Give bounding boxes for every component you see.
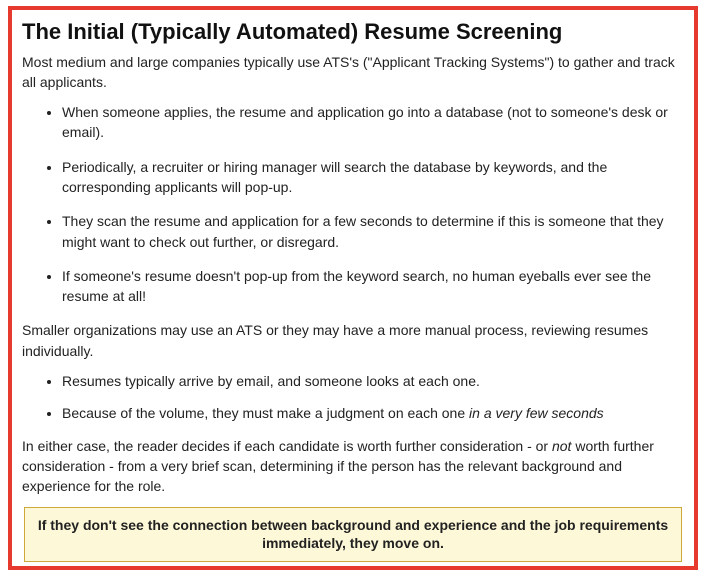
intro-paragraph: Most medium and large companies typicall… bbox=[22, 52, 684, 93]
list-item: Because of the volume, they must make a … bbox=[62, 403, 684, 423]
page-title: The Initial (Typically Automated) Resume… bbox=[22, 18, 684, 46]
document-frame: The Initial (Typically Automated) Resume… bbox=[8, 6, 698, 570]
list-item-text: Because of the volume, they must make a … bbox=[62, 405, 469, 421]
middle-paragraph: Smaller organizations may use an ATS or … bbox=[22, 320, 684, 361]
list-item: Periodically, a recruiter or hiring mana… bbox=[62, 157, 684, 198]
closing-text-1: In either case, the reader decides if ea… bbox=[22, 438, 552, 454]
list-item: Resumes typically arrive by email, and s… bbox=[62, 371, 684, 391]
closing-italic: not bbox=[552, 438, 571, 454]
list-item: If someone's resume doesn't pop-up from … bbox=[62, 266, 684, 307]
list-item-italic: in a very few seconds bbox=[469, 405, 604, 421]
closing-paragraph: In either case, the reader decides if ea… bbox=[22, 436, 684, 497]
list-item: They scan the resume and application for… bbox=[62, 211, 684, 252]
bullet-list-2: Resumes typically arrive by email, and s… bbox=[22, 371, 684, 424]
list-item: When someone applies, the resume and app… bbox=[62, 102, 684, 143]
list-item-text: Resumes typically arrive by email, and s… bbox=[62, 373, 480, 389]
bullet-list-1: When someone applies, the resume and app… bbox=[22, 102, 684, 306]
callout-box: If they don't see the connection between… bbox=[24, 507, 682, 563]
document-body: The Initial (Typically Automated) Resume… bbox=[12, 10, 694, 572]
